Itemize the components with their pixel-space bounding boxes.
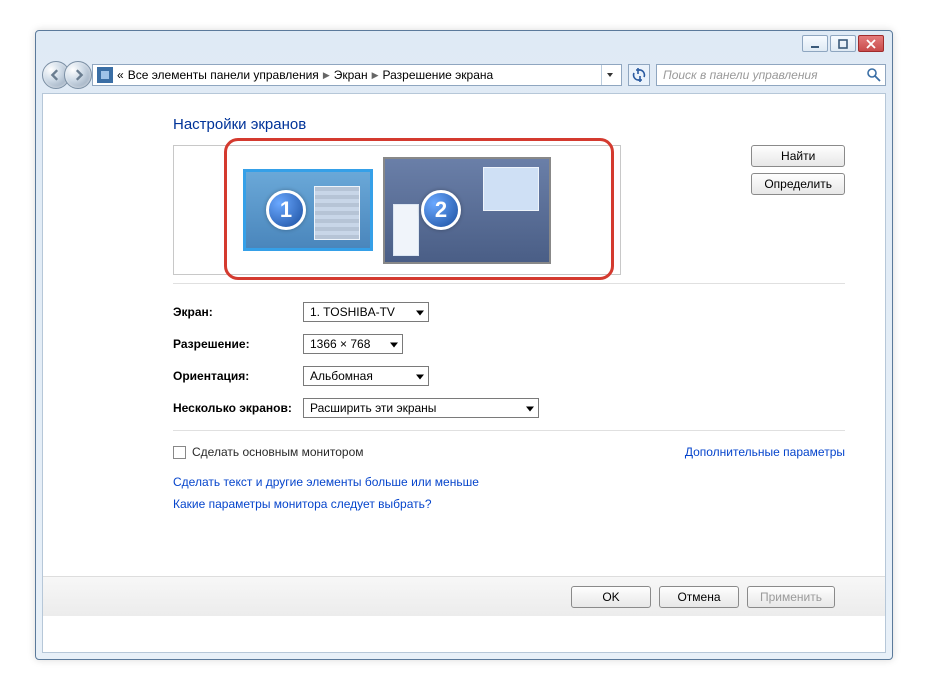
text-size-link[interactable]: Сделать текст и другие элементы больше и… — [173, 475, 845, 489]
apply-button[interactable]: Применить — [747, 586, 835, 608]
breadcrumb-item-3[interactable]: Разрешение экрана — [383, 68, 494, 82]
display-value: 1. TOSHIBA-TV — [310, 305, 395, 319]
monitor-decoration-icon — [393, 204, 419, 256]
make-primary-row: Сделать основным монитором Дополнительны… — [173, 430, 845, 459]
orientation-label: Ориентация: — [173, 369, 303, 383]
make-primary-checkbox[interactable] — [173, 446, 186, 459]
resolution-dropdown[interactable]: 1366 × 768 — [303, 334, 403, 354]
identify-button[interactable]: Определить — [751, 173, 845, 195]
breadcrumb[interactable]: « Все элементы панели управления ▶ Экран… — [92, 64, 622, 86]
resolution-value: 1366 × 768 — [310, 337, 370, 351]
multiple-displays-value: Расширить эти экраны — [310, 401, 436, 415]
nav-orbs — [42, 61, 86, 89]
navigation-bar: « Все элементы панели управления ▶ Экран… — [42, 61, 886, 89]
breadcrumb-dropdown-icon[interactable] — [601, 65, 617, 85]
display-arrangement-panel[interactable]: 1 2 — [173, 145, 621, 275]
multiple-displays-label: Несколько экранов: — [173, 401, 303, 415]
breadcrumb-item-1[interactable]: Все элементы панели управления — [128, 68, 319, 82]
action-bar: OK Отмена Применить — [43, 576, 885, 616]
minimize-button[interactable] — [802, 35, 828, 52]
links-section: Сделать текст и другие элементы больше и… — [173, 475, 845, 511]
display-row: Экран: 1. TOSHIBA-TV — [173, 302, 845, 322]
orientation-dropdown[interactable]: Альбомная — [303, 366, 429, 386]
monitor-number-badge: 2 — [421, 190, 461, 230]
ok-button[interactable]: OK — [571, 586, 651, 608]
page-title: Настройки экранов — [173, 116, 845, 133]
refresh-button[interactable] — [628, 64, 650, 86]
orientation-row: Ориентация: Альбомная — [173, 366, 845, 386]
maximize-button[interactable] — [830, 35, 856, 52]
search-icon[interactable] — [866, 67, 882, 83]
monitor-number-badge: 1 — [266, 190, 306, 230]
resolution-label: Разрешение: — [173, 337, 303, 351]
search-wrap — [656, 64, 886, 86]
advanced-settings-link[interactable]: Дополнительные параметры — [685, 445, 845, 459]
breadcrumb-item-2[interactable]: Экран — [334, 68, 368, 82]
cancel-button[interactable]: Отмена — [659, 586, 739, 608]
monitor-1[interactable]: 1 — [243, 169, 373, 251]
multiple-displays-row: Несколько экранов: Расширить эти экраны — [173, 398, 845, 418]
close-button[interactable] — [858, 35, 884, 52]
window-controls — [802, 35, 884, 52]
search-input[interactable] — [656, 64, 886, 86]
window-frame: « Все элементы панели управления ▶ Экран… — [35, 30, 893, 660]
breadcrumb-prefix: « — [117, 68, 124, 82]
multiple-displays-dropdown[interactable]: Расширить эти экраны — [303, 398, 539, 418]
display-dropdown[interactable]: 1. TOSHIBA-TV — [303, 302, 429, 322]
forward-button[interactable] — [64, 61, 92, 89]
control-panel-icon — [97, 67, 113, 83]
display-label: Экран: — [173, 305, 303, 319]
help-link[interactable]: Какие параметры монитора следует выбрать… — [173, 497, 845, 511]
orientation-value: Альбомная — [310, 369, 373, 383]
resolution-row: Разрешение: 1366 × 768 — [173, 334, 845, 354]
chevron-right-icon: ▶ — [372, 70, 379, 81]
monitor-2[interactable]: 2 — [383, 157, 551, 264]
find-button[interactable]: Найти — [751, 145, 845, 167]
chevron-right-icon: ▶ — [323, 70, 330, 81]
monitor-decoration-icon — [314, 186, 360, 240]
monitor-decoration-icon — [483, 167, 539, 211]
make-primary-label: Сделать основным монитором — [192, 445, 364, 459]
arrange-row: 1 2 Найти Определить — [173, 145, 845, 284]
content-area: Настройки экранов 1 2 Найти — [42, 93, 886, 653]
